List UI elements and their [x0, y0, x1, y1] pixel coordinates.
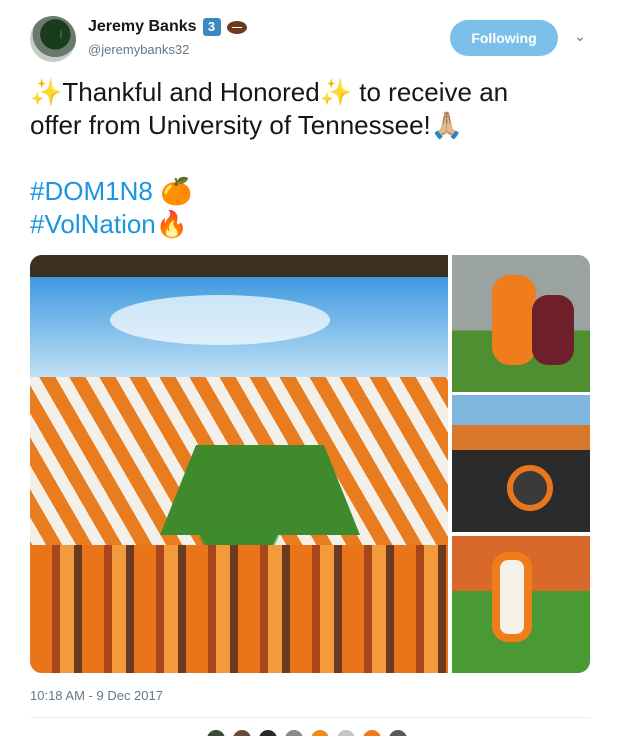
praying-hands-icon: 🙏🏼 [430, 110, 464, 140]
tweet-text-part-3: offer from University of Tennessee! [30, 110, 431, 140]
stadium-photo[interactable] [30, 255, 448, 673]
sparkle-icon: ✨ [30, 77, 63, 107]
photo-field [160, 445, 360, 535]
photo-clouds [110, 295, 330, 345]
divider [30, 717, 590, 718]
avatar[interactable] [309, 728, 331, 736]
avatar[interactable] [283, 728, 305, 736]
avatar[interactable] [205, 728, 227, 736]
player-photo-2[interactable] [452, 536, 590, 673]
avatar[interactable] [335, 728, 357, 736]
avatar[interactable] [30, 16, 76, 62]
tweet-timestamp[interactable]: 10:18 AM - 9 Dec 2017 [30, 688, 163, 703]
tweet-header: Jeremy Banks 3 @jeremybanks32 Following … [30, 14, 600, 66]
fire-icon: 🔥 [155, 209, 189, 239]
football-icon [226, 20, 247, 34]
name-row: Jeremy Banks 3 [88, 18, 247, 36]
hashtag-line-2: #VolNation🔥 [30, 208, 590, 241]
media-grid [30, 255, 590, 673]
player-figure [492, 275, 536, 365]
display-name[interactable]: Jeremy Banks [88, 18, 197, 36]
team-huddle-photo[interactable] [452, 395, 590, 532]
chevron-down-icon[interactable]: ⌄ [572, 28, 588, 44]
orange-icon: 🍊 [160, 176, 193, 206]
tweet-text-part-2: to receive an [352, 77, 509, 107]
tweet-text-part-1: Thankful and Honored [62, 77, 320, 107]
opponent-figure [532, 295, 574, 365]
avatar[interactable] [231, 728, 253, 736]
player-photo-1[interactable] [452, 255, 590, 392]
player-figure [492, 552, 532, 642]
avatar[interactable] [361, 728, 383, 736]
hashtag-line-1: #DOM1N8 🍊 [30, 175, 590, 208]
photo-crowd [30, 545, 448, 673]
following-button[interactable]: Following [450, 20, 558, 56]
sparkle-icon: ✨ [319, 77, 353, 107]
liker-avatars [205, 728, 409, 736]
helmet-figure [507, 465, 553, 511]
tweet-text: ✨Thankful and Honored✨ to receive an off… [30, 76, 590, 241]
avatar[interactable] [387, 728, 409, 736]
avatar[interactable] [257, 728, 279, 736]
hashtag-volnation[interactable]: #VolNation [30, 209, 156, 239]
tweet-line-2: offer from University of Tennessee!🙏🏼 [30, 109, 590, 142]
hashtag-dom1n8[interactable]: #DOM1N8 [30, 176, 153, 206]
number-badge-icon: 3 [202, 18, 221, 36]
user-handle[interactable]: @jeremybanks32 [88, 42, 189, 57]
tweet-line-1: ✨Thankful and Honored✨ to receive an [30, 76, 590, 109]
